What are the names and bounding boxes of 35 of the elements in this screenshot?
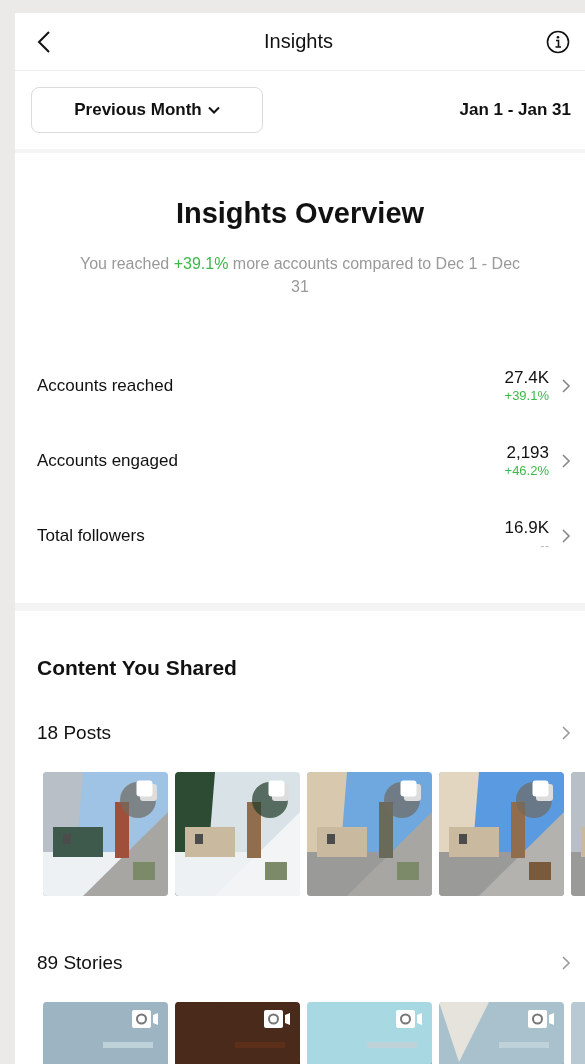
chevron-right-icon [561, 725, 571, 741]
overview-title: Insights Overview [174, 197, 426, 230]
section-title: Content You Shared [37, 656, 238, 680]
video-icon [132, 1010, 158, 1028]
video-icon [528, 1010, 554, 1028]
caret-icon [207, 106, 220, 114]
chevron-right-icon [561, 452, 571, 469]
carousel-icon [268, 780, 290, 802]
chevron-right-icon [561, 527, 571, 544]
metric-label: Total followers [37, 525, 146, 546]
metric-label: Accounts engaged [37, 450, 179, 471]
chevron-right-icon [561, 377, 571, 394]
date-range: Jan 1 - Jan 31 [459, 100, 571, 120]
carousel-icon [532, 780, 554, 802]
metric-change: +39.1% [504, 388, 549, 403]
metric-value: 27.4K [504, 368, 549, 388]
video-icon [396, 1010, 422, 1028]
metric-value: 16.9K [504, 518, 549, 538]
back-icon [37, 29, 51, 54]
chevron-right-icon [561, 955, 571, 971]
group-label: 18 Posts [37, 722, 111, 744]
metric-change: +46.2% [504, 463, 549, 478]
metric-change: -- [540, 538, 549, 553]
info-button[interactable] [546, 29, 570, 54]
group-label: 89 Stories [37, 952, 123, 974]
period-dropdown[interactable]: Previous Month [31, 87, 263, 133]
back-button[interactable] [37, 29, 51, 54]
page-title: Insights [264, 30, 333, 53]
carousel-icon [400, 780, 422, 802]
info-icon [546, 29, 570, 54]
overview-summary: You reached +39.1% more accounts compared to Dec 1 - Dec 31 [78, 254, 522, 297]
video-icon [264, 1010, 290, 1028]
metric-label: Accounts reached [37, 375, 175, 396]
carousel-icon [136, 780, 158, 802]
metric-value: 2,193 [506, 443, 549, 463]
